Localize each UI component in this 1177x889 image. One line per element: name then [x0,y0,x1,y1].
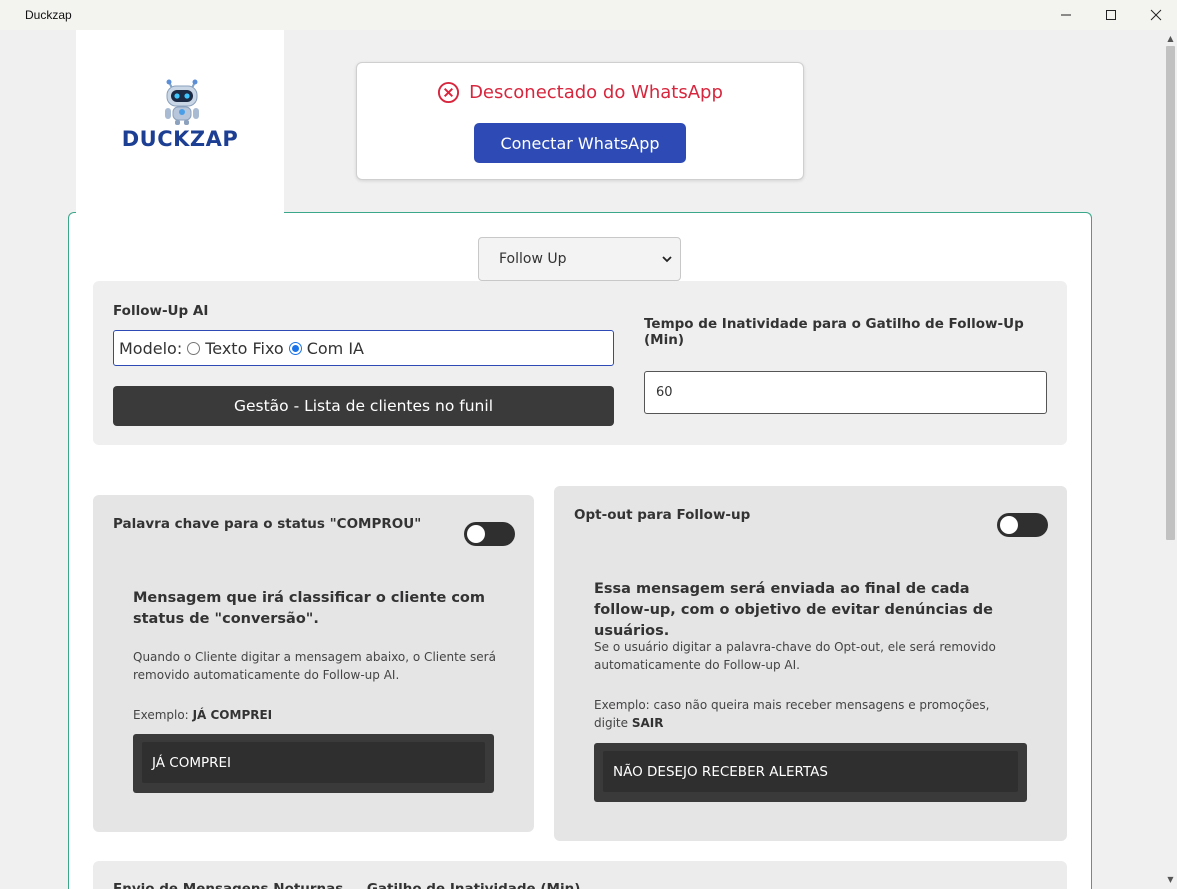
maximize-button[interactable] [1088,0,1134,30]
radio-com-ia[interactable] [288,341,302,355]
keyword-example-prefix: Exemplo: [133,708,189,722]
model-radio-group: Modelo: Texto Fixo Com IA [113,330,614,366]
manage-funnel-button[interactable]: Gestão - Lista de clientes no funil [113,386,614,426]
keyword-card-heading: Mensagem que irá classificar o cliente c… [133,590,486,627]
chevron-down-icon [662,256,672,263]
logo-box: DUCKZAP [76,30,284,220]
close-icon [1150,9,1162,21]
app-content: DUCKZAP Desconectado do WhatsApp Conecta… [0,30,1164,889]
optout-example-value: SAIR [631,716,664,730]
window-titlebar: Duckzap [0,0,1177,30]
option-texto-fixo-label[interactable]: Texto Fixo [205,339,283,358]
keyword-card-description: Quando o Cliente digitar a mensagem abai… [133,650,496,682]
connect-whatsapp-button[interactable]: Conectar WhatsApp [474,123,686,163]
mode-select-value: Follow Up [499,251,567,267]
minimize-icon [1061,14,1071,16]
window-title: Duckzap [25,8,72,22]
optout-input[interactable]: NÃO DESEJO RECEBER ALERTAS [603,751,1018,792]
scroll-down-icon[interactable]: ▼ [1164,875,1177,887]
followup-ai-title: Follow-Up AI [113,303,209,319]
connection-status-card: Desconectado do WhatsApp Conectar WhatsA… [356,62,804,180]
minimize-button[interactable] [1043,0,1089,30]
keyword-toggle[interactable] [464,522,515,546]
optout-card-title: Opt-out para Follow-up [574,507,751,523]
optout-card-heading: Essa mensagem será enviada ao final de c… [594,581,993,639]
model-label: Modelo: [119,338,183,358]
optout-card-description: Se o usuário digitar a palavra-chave do … [594,640,996,672]
keyword-card-example: Exemplo: JÁ COMPREI [133,706,272,724]
radio-texto-fixo[interactable] [187,341,201,355]
connection-status-text: Desconectado do WhatsApp [469,82,723,103]
logo-text: DUCKZAP [121,127,239,151]
inactivity-label: Tempo de Inatividade para o Gatilho de F… [644,316,1024,348]
robot-icon [165,79,199,125]
keyword-field-wrapper: JÁ COMPREI [133,734,494,793]
optout-card-example: Exemplo: caso não queira mais receber me… [594,696,1014,732]
inactivity-input[interactable]: 60 [644,371,1047,414]
maximize-icon [1106,10,1116,20]
optout-card: Opt-out para Follow-up Essa mensagem ser… [554,486,1067,841]
x-circle-icon [438,81,460,104]
keyword-card-title: Palavra chave para o status "COMPROU" [113,516,422,532]
scroll-up-icon[interactable]: ▲ [1164,34,1177,46]
night-messages-card: Envio de Mensagens Noturnas Gatilho de I… [93,861,1067,889]
vertical-scrollbar[interactable]: ▲ ▼ [1164,30,1177,889]
followup-ai-card: Follow-Up AI Modelo: Texto Fixo Com IA G… [93,281,1067,445]
scroll-thumb[interactable] [1166,46,1175,540]
keyword-status-card: Palavra chave para o status "COMPROU" Me… [93,495,534,832]
connection-status: Desconectado do WhatsApp [357,81,803,104]
keyword-input[interactable]: JÁ COMPREI [142,742,485,783]
keyword-example-value: JÁ COMPREI [192,708,273,722]
logo-panel-join [76,212,284,214]
optout-toggle[interactable] [997,513,1048,537]
mode-select[interactable]: Follow Up [478,237,681,281]
optout-field-wrapper: NÃO DESEJO RECEBER ALERTAS [594,743,1027,802]
night-messages-title: Envio de Mensagens Noturnas Gatilho de I… [113,881,581,889]
close-button[interactable] [1133,0,1177,30]
main-panel: Follow Up Follow-Up AI Modelo: Texto Fix… [68,212,1092,889]
option-com-ia-label[interactable]: Com IA [307,339,364,358]
